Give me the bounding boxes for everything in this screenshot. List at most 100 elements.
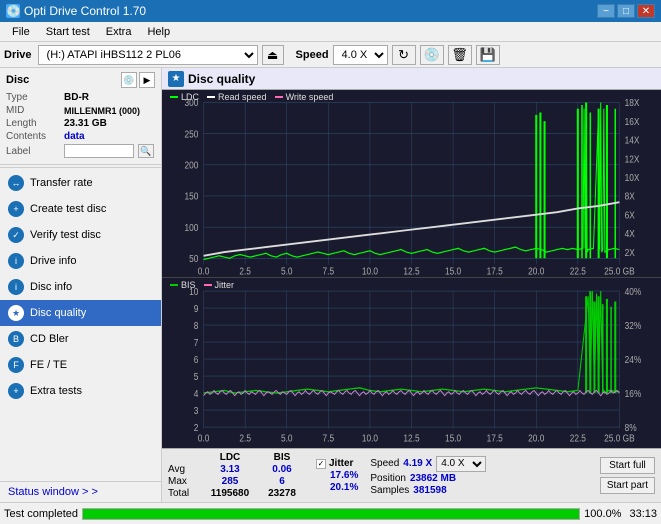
drive-select[interactable]: (H:) ATAPI iHBS112 2 PL06 <box>38 45 258 65</box>
total-ldc: 1195680 <box>204 488 256 499</box>
samples-row: Samples 381598 <box>370 485 486 496</box>
app-icon: 💿 <box>6 4 20 18</box>
disc-type-label: Type <box>6 92 60 103</box>
disc-label-label: Label <box>6 146 60 157</box>
nav-item-cd-bler[interactable]: B CD Bler <box>0 326 161 352</box>
maximize-button[interactable]: □ <box>617 4 635 18</box>
samples-value: 381598 <box>413 485 446 496</box>
menu-extra[interactable]: Extra <box>98 24 140 40</box>
svg-text:3: 3 <box>194 405 199 417</box>
avg-ldc: 3.13 <box>204 464 256 475</box>
menu-help[interactable]: Help <box>139 24 178 40</box>
disc-length-value: 23.31 GB <box>64 118 107 129</box>
nav-item-disc-quality[interactable]: ★ Disc quality <box>0 300 161 326</box>
svg-text:4: 4 <box>194 388 199 400</box>
nav-item-disc-info[interactable]: i Disc info <box>0 274 161 300</box>
read-speed-color <box>207 96 215 98</box>
nav-item-fe-te[interactable]: F FE / TE <box>0 352 161 378</box>
eject-button[interactable]: ⏏ <box>262 45 284 65</box>
svg-text:12X: 12X <box>625 154 640 165</box>
svg-text:8: 8 <box>194 320 199 332</box>
svg-text:100: 100 <box>185 222 199 233</box>
start-full-button[interactable]: Start full <box>600 457 655 474</box>
nav-label-create-test-disc: Create test disc <box>30 203 106 215</box>
svg-text:17.5: 17.5 <box>487 433 503 445</box>
disc-type-row: Type BD-R <box>6 92 155 103</box>
nav-item-drive-info[interactable]: i Drive info <box>0 248 161 274</box>
save-button[interactable]: 💾 <box>476 45 500 65</box>
nav-item-verify-test-disc[interactable]: ✓ Verify test disc <box>0 222 161 248</box>
disc-label-button[interactable]: 🔍 <box>138 144 154 158</box>
disc-length-label: Length <box>6 118 60 129</box>
refresh-button[interactable]: ↻ <box>392 45 416 65</box>
nav-label-drive-info: Drive info <box>30 255 76 267</box>
speed-select[interactable]: 4.0 X <box>333 45 388 65</box>
svg-text:8X: 8X <box>625 191 635 202</box>
max-label: Max <box>168 476 204 487</box>
legend-ldc: LDC <box>170 92 199 102</box>
progress-bar <box>82 508 580 520</box>
ldc-header: LDC <box>204 452 256 463</box>
title-bar-left: 💿 Opti Drive Control 1.70 <box>6 4 146 18</box>
svg-text:50: 50 <box>189 253 198 264</box>
action-buttons: Start full Start part <box>600 457 655 494</box>
menu-start-test[interactable]: Start test <box>38 24 98 40</box>
nav-label-disc-info: Disc info <box>30 281 72 293</box>
jitter-color <box>204 284 212 286</box>
nav-item-extra-tests[interactable]: + Extra tests <box>0 378 161 404</box>
drive-label: Drive <box>4 49 32 61</box>
nav-separator-1 <box>0 167 161 168</box>
disc-panel: Disc 💿 ▶ Type BD-R MID MILLENMR1 (000) L… <box>0 68 161 165</box>
speed-stat-value: 4.19 X <box>403 458 432 469</box>
svg-text:32%: 32% <box>625 320 642 332</box>
erase-button[interactable]: 🗑 <box>448 45 472 65</box>
chart-bis: BIS Jitter <box>162 278 661 448</box>
status-window-label: Status window > > <box>8 486 98 498</box>
disc-button[interactable]: 💿 <box>420 45 444 65</box>
disc-icon-1[interactable]: 💿 <box>121 72 137 88</box>
disc-mid-value: MILLENMR1 (000) <box>64 106 140 116</box>
disc-mid-row: MID MILLENMR1 (000) <box>6 105 155 116</box>
chart2-legend: BIS Jitter <box>170 280 234 290</box>
status-window-button[interactable]: Status window > > <box>0 481 161 502</box>
disc-label-input[interactable] <box>64 144 134 158</box>
svg-text:25.0 GB: 25.0 GB <box>604 266 634 277</box>
start-part-button[interactable]: Start part <box>600 477 655 494</box>
minimize-button[interactable]: − <box>597 4 615 18</box>
svg-text:7.5: 7.5 <box>323 433 335 445</box>
chart-ldc: LDC Read speed Write speed <box>162 90 661 278</box>
svg-text:15.0: 15.0 <box>445 433 461 445</box>
create-test-disc-icon: + <box>8 201 24 217</box>
max-ldc: 285 <box>204 476 256 487</box>
position-value: 23862 MB <box>410 473 456 484</box>
menu-file[interactable]: File <box>4 24 38 40</box>
jitter-header: Jitter <box>329 458 353 469</box>
svg-text:2.5: 2.5 <box>239 433 251 445</box>
disc-icon-2[interactable]: ▶ <box>139 72 155 88</box>
svg-text:10.0: 10.0 <box>362 433 378 445</box>
nav-label-fe-te: FE / TE <box>30 359 67 371</box>
status-time: 33:13 <box>629 508 657 520</box>
sidebar: Disc 💿 ▶ Type BD-R MID MILLENMR1 (000) L… <box>0 68 162 502</box>
nav-label-transfer-rate: Transfer rate <box>30 177 93 189</box>
svg-text:7.5: 7.5 <box>323 266 335 277</box>
nav-item-create-test-disc[interactable]: + Create test disc <box>0 196 161 222</box>
total-label: Total <box>168 488 204 499</box>
chart1-svg: 300 250 200 150 100 50 18X 16X 14X 12X 1… <box>162 90 661 277</box>
jitter-header-row: ✓ Jitter <box>316 458 358 469</box>
bis-color <box>170 284 178 286</box>
svg-text:0.0: 0.0 <box>198 266 210 277</box>
svg-text:15.0: 15.0 <box>445 266 461 277</box>
svg-text:12.5: 12.5 <box>403 433 419 445</box>
close-button[interactable]: ✕ <box>637 4 655 18</box>
svg-text:9: 9 <box>194 303 199 315</box>
drive-info-icon: i <box>8 253 24 269</box>
speed-stat-select[interactable]: 4.0 X <box>436 456 486 472</box>
jitter-checkbox[interactable]: ✓ <box>316 459 326 469</box>
svg-text:150: 150 <box>185 191 199 202</box>
status-bar: Test completed 100.0% 33:13 <box>0 502 661 524</box>
bis-header: BIS <box>256 452 308 463</box>
svg-text:40%: 40% <box>625 286 642 298</box>
nav-item-transfer-rate[interactable]: ↔ Transfer rate <box>0 170 161 196</box>
progress-bar-fill <box>83 509 579 519</box>
